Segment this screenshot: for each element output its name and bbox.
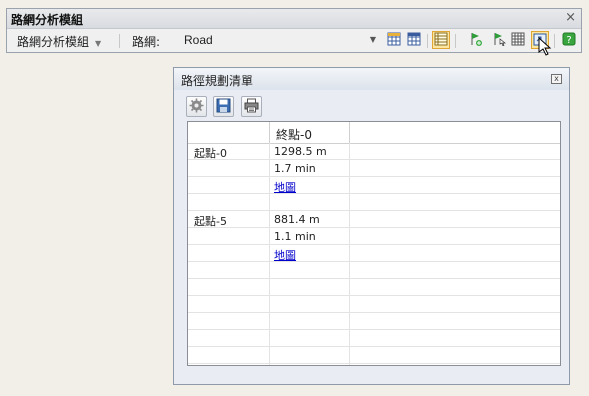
grid-column-header-label: 終點-0: [276, 128, 312, 142]
print-icon: [244, 98, 259, 116]
grid-column-header[interactable]: 終點-0: [270, 122, 350, 143]
grid-column-header-empty: [350, 122, 560, 143]
grid-icon: [387, 32, 401, 49]
chevron-down-icon: ▼: [369, 35, 376, 44]
route-time: 1.1 min: [274, 230, 316, 243]
add-stops-grid-button[interactable]: [385, 31, 403, 49]
panel-title: 路徑規劃清單: [181, 74, 254, 88]
network-label: 路網:: [132, 35, 161, 49]
route-grid[interactable]: 終點-0 起點-0 1298.5 m 1.7 min 地圖 起點-5 881.4…: [187, 121, 561, 366]
panel-close-button[interactable]: x: [551, 74, 562, 84]
svg-text:?: ?: [566, 35, 571, 46]
table-row[interactable]: [188, 279, 560, 296]
save-icon: [216, 98, 231, 116]
network-toolbar-window: 路網分析模組 × 路網分析模組 ▼ 路網: Road ▼ ?: [6, 8, 582, 53]
route-origin: 起點-5: [194, 215, 227, 228]
grid-icon: [511, 32, 525, 49]
toolbar-separator: [455, 34, 456, 48]
table-row[interactable]: [188, 347, 560, 364]
toolbar-titlebar[interactable]: 路網分析模組 ×: [7, 9, 581, 29]
grid-sum-icon: [407, 32, 421, 49]
table-row[interactable]: [188, 262, 560, 279]
toolbar-separator: [427, 34, 428, 48]
panel-titlebar[interactable]: 路徑規劃清單 x: [174, 68, 569, 90]
route-list-panel: 路徑規劃清單 x 終點-0 起點-0 1298.5 m 1.7 min 地圖 起…: [173, 67, 570, 385]
table-row[interactable]: [188, 313, 560, 330]
toolbar-row: 路網分析模組 ▼ 路網: Road ▼ ?: [7, 29, 581, 53]
table-row[interactable]: [188, 194, 560, 211]
network-module-menu[interactable]: 路網分析模組 ▼: [17, 33, 101, 50]
toolbar-title: 路網分析模組: [11, 13, 84, 27]
flag-add-icon: [469, 32, 483, 49]
route-time: 1.7 min: [274, 162, 316, 175]
select-stop-button[interactable]: [490, 31, 508, 49]
grid-sum-button[interactable]: [405, 31, 423, 49]
table-row[interactable]: 起點-0 1298.5 m: [188, 143, 560, 160]
save-button[interactable]: [213, 96, 234, 117]
grid-header-corner: [188, 122, 270, 143]
flag-pointer-icon: [492, 32, 506, 49]
chevron-down-icon: ▼: [95, 39, 102, 48]
help-button[interactable]: ?: [560, 31, 578, 49]
network-module-menu-label: 路網分析模組: [17, 35, 90, 49]
settings-button[interactable]: [186, 96, 207, 117]
toolbar-separator: [119, 34, 120, 48]
grid-body: 起點-0 1298.5 m 1.7 min 地圖 起點-5 881.4 m 1.…: [188, 143, 560, 365]
route-distance: 1298.5 m: [274, 145, 327, 158]
gear-icon: [189, 98, 204, 116]
network-select[interactable]: Road ▼: [182, 32, 378, 49]
route-map-link[interactable]: 地圖: [274, 247, 296, 263]
table-row[interactable]: 1.7 min: [188, 160, 560, 177]
route-list-button[interactable]: [432, 31, 450, 49]
toolbar-close-button[interactable]: ×: [565, 10, 576, 25]
mouse-cursor-icon: [538, 37, 552, 56]
grid-button[interactable]: [509, 31, 527, 49]
toolbar-separator: [554, 34, 555, 48]
grid-header: 終點-0: [188, 122, 560, 144]
print-button[interactable]: [241, 96, 262, 117]
help-icon: ?: [562, 32, 576, 49]
table-row[interactable]: 地圖: [188, 177, 560, 194]
add-stop-flag-button[interactable]: [467, 31, 485, 49]
table-row[interactable]: 地圖: [188, 245, 560, 262]
route-distance: 881.4 m: [274, 213, 320, 226]
table-list-icon: [434, 32, 448, 49]
route-map-link[interactable]: 地圖: [274, 179, 296, 195]
route-origin: 起點-0: [194, 147, 227, 160]
table-row[interactable]: 1.1 min: [188, 228, 560, 245]
network-select-value: Road: [184, 33, 213, 47]
table-row[interactable]: [188, 296, 560, 313]
table-row[interactable]: 起點-5 881.4 m: [188, 211, 560, 228]
table-row[interactable]: [188, 330, 560, 347]
